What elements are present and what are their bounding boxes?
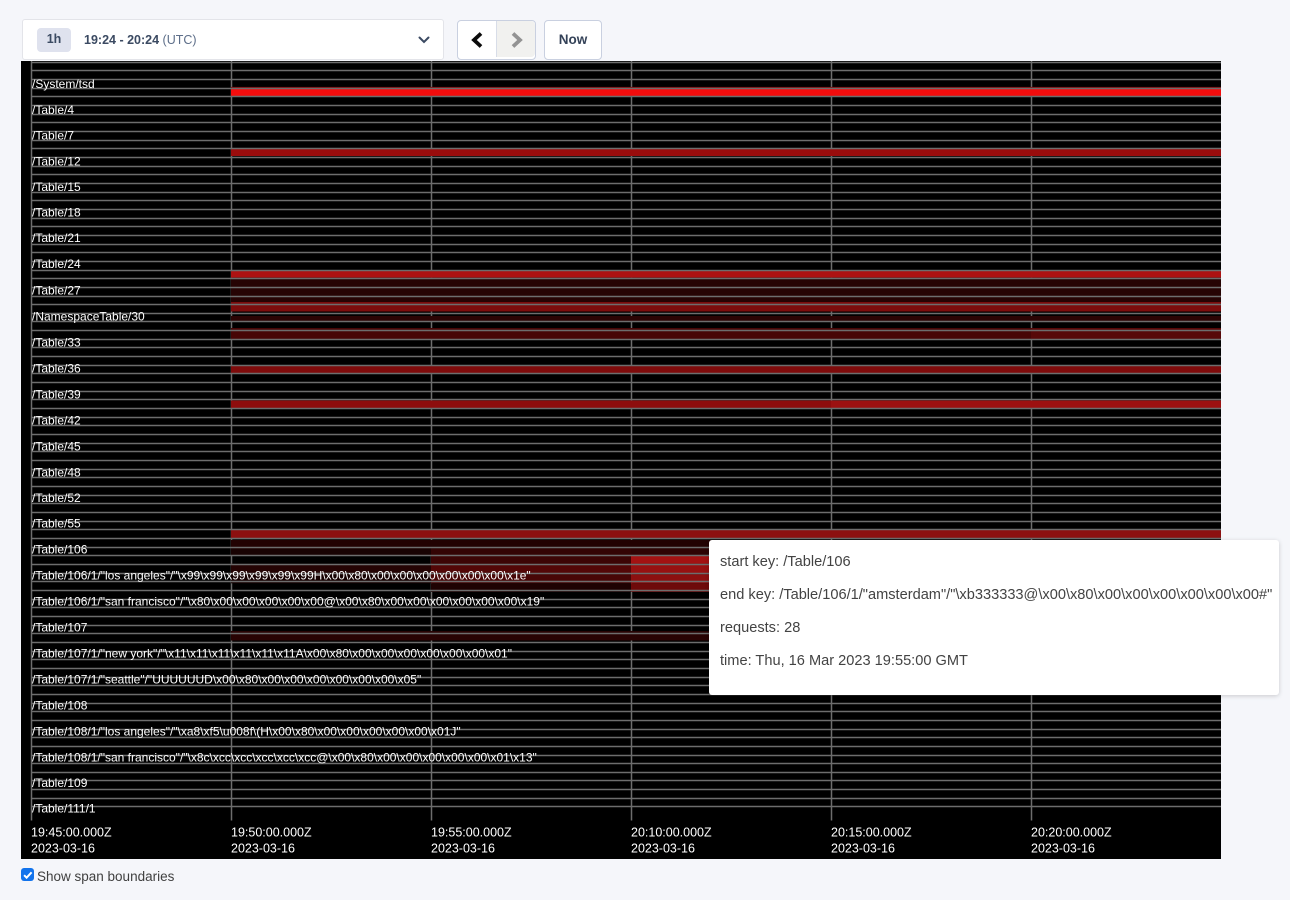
svg-text:2023-03-16: 2023-03-16 [831, 841, 895, 855]
svg-text:/Table/21: /Table/21 [32, 230, 81, 244]
svg-text:/Table/48: /Table/48 [32, 465, 81, 479]
svg-text:/Table/18: /Table/18 [32, 205, 81, 219]
svg-text:/Table/36: /Table/36 [32, 361, 81, 375]
svg-text:/Table/106: /Table/106 [32, 542, 88, 556]
svg-text:/Table/108/1/"san francisco"/": /Table/108/1/"san francisco"/"\x8c\xcc\x… [32, 750, 537, 764]
svg-text:/Table/111/1: /Table/111/1 [32, 801, 96, 815]
svg-text:/NamespaceTable/30: /NamespaceTable/30 [32, 309, 145, 323]
svg-text:/Table/107/1/"new york"/"\x11\: /Table/107/1/"new york"/"\x11\x11\x11\x1… [32, 646, 512, 660]
svg-text:19:55:00.000Z: 19:55:00.000Z [431, 825, 512, 839]
svg-text:/Table/33: /Table/33 [32, 335, 81, 349]
svg-text:2023-03-16: 2023-03-16 [231, 841, 295, 855]
svg-text:/System/tsd: /System/tsd [32, 76, 95, 90]
svg-text:2023-03-16: 2023-03-16 [631, 841, 695, 855]
svg-text:/Table/24: /Table/24 [32, 256, 81, 270]
svg-text:/Table/27: /Table/27 [32, 283, 81, 297]
svg-text:19:45:00.000Z: 19:45:00.000Z [31, 825, 112, 839]
svg-text:/Table/108/1/"los angeles"/"\x: /Table/108/1/"los angeles"/"\xa8\xf5\u00… [32, 724, 461, 738]
svg-text:/Table/108: /Table/108 [32, 698, 88, 712]
svg-text:/Table/55: /Table/55 [32, 516, 81, 530]
svg-text:/Table/106/1/"los angeles"/"\x: /Table/106/1/"los angeles"/"\x99\x99\x99… [32, 568, 531, 582]
svg-text:/Table/4: /Table/4 [32, 102, 74, 116]
svg-text:2023-03-16: 2023-03-16 [431, 841, 495, 855]
svg-text:/Table/12: /Table/12 [32, 154, 81, 168]
svg-text:20:20:00.000Z: 20:20:00.000Z [1031, 825, 1112, 839]
svg-text:/Table/7: /Table/7 [32, 128, 74, 142]
svg-text:/Table/109: /Table/109 [32, 775, 88, 789]
svg-text:/Table/107: /Table/107 [32, 620, 88, 634]
svg-text:/Table/45: /Table/45 [32, 439, 81, 453]
svg-text:/Table/106/1/"san francisco"/": /Table/106/1/"san francisco"/"\x80\x00\x… [32, 594, 544, 608]
svg-text:2023-03-16: 2023-03-16 [1031, 841, 1095, 855]
svg-text:20:15:00.000Z: 20:15:00.000Z [831, 825, 912, 839]
svg-text:/Table/52: /Table/52 [32, 490, 81, 504]
svg-text:/Table/42: /Table/42 [32, 413, 81, 427]
svg-text:/Table/107/1/"seattle"/"UUUUUU: /Table/107/1/"seattle"/"UUUUUUD\x00\x80\… [32, 672, 421, 686]
svg-text:2023-03-16: 2023-03-16 [31, 841, 95, 855]
svg-text:19:50:00.000Z: 19:50:00.000Z [231, 825, 312, 839]
svg-text:/Table/39: /Table/39 [32, 387, 81, 401]
svg-text:20:10:00.000Z: 20:10:00.000Z [631, 825, 712, 839]
svg-text:/Table/15: /Table/15 [32, 179, 81, 193]
